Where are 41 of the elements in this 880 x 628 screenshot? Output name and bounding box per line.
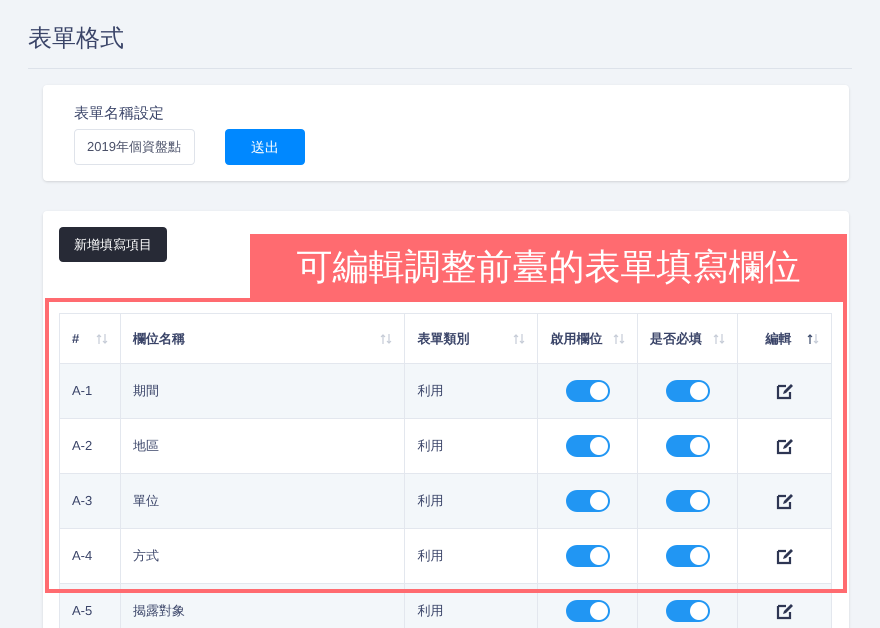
toggle-switch[interactable] — [566, 435, 610, 457]
table-cell: 利用 — [417, 603, 444, 618]
toggle-switch[interactable] — [566, 490, 610, 512]
toggle-switch[interactable] — [566, 545, 610, 567]
edit-icon[interactable] — [776, 438, 794, 454]
table-cell: 揭露對象 — [132, 603, 185, 618]
sort-icon[interactable] — [806, 332, 819, 344]
table-cell: A-3 — [72, 493, 92, 508]
edit-icon[interactable] — [776, 382, 794, 400]
toggle-switch[interactable] — [666, 545, 710, 567]
table-cell: A-2 — [72, 438, 92, 454]
table-cell: 利用 — [417, 493, 444, 508]
toggle-switch[interactable] — [666, 600, 710, 622]
column-header[interactable]: 編輯 — [766, 328, 792, 348]
form-name-field[interactable]: 2019年個資盤點 — [74, 129, 195, 165]
edit-icon[interactable] — [776, 602, 794, 620]
form-name-label: 表單名稱設定 — [74, 104, 164, 124]
table-cell: 利用 — [417, 438, 444, 454]
table-cell: 地區 — [132, 438, 159, 454]
submit-button[interactable]: 送出 — [225, 129, 305, 165]
add-item-button[interactable]: 新增填寫項目 — [59, 227, 167, 262]
table-cell: 利用 — [417, 383, 444, 398]
column-header[interactable]: # — [72, 328, 80, 348]
table-cell: 單位 — [132, 493, 159, 508]
column-header[interactable]: 表單類別 — [417, 328, 470, 348]
table-cell: A-1 — [72, 383, 92, 398]
toggle-switch[interactable] — [566, 380, 610, 402]
toggle-switch[interactable] — [666, 380, 710, 402]
toggle-switch[interactable] — [666, 435, 710, 457]
edit-icon[interactable] — [776, 548, 794, 564]
table-cell: 利用 — [417, 548, 444, 564]
toggle-switch[interactable] — [666, 490, 710, 512]
table-cell: A-5 — [72, 603, 92, 618]
page-title: 表單格式 — [28, 23, 125, 54]
annotation-banner: 可編輯調整前臺的表單填寫欄位 — [250, 234, 847, 299]
table-cell: 方式 — [132, 548, 159, 564]
edit-icon[interactable] — [776, 492, 794, 510]
table-cell: 期間 — [132, 383, 159, 398]
table-cell: A-4 — [72, 548, 92, 564]
toggle-switch[interactable] — [566, 600, 610, 622]
column-header[interactable]: 欄位名稱 — [132, 328, 185, 348]
